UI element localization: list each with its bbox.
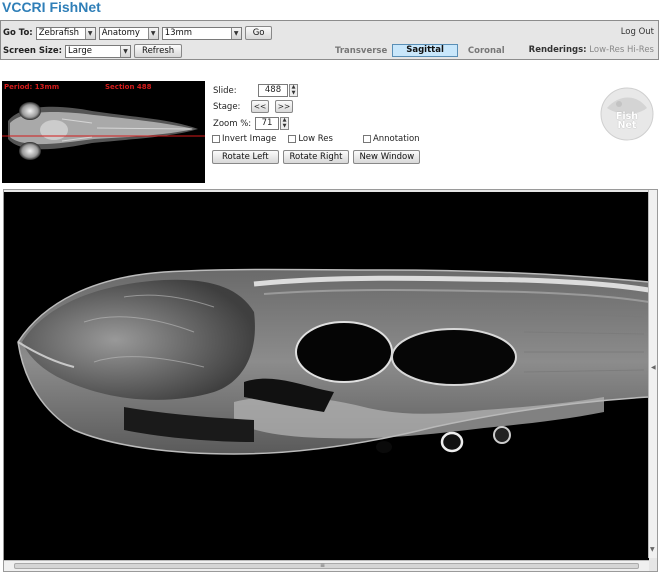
tab-coronal[interactable]: Coronal: [468, 46, 505, 56]
app-title: VCCRI FishNet: [2, 0, 101, 15]
invert-image-label: Invert Image: [222, 134, 277, 144]
rotate-right-button[interactable]: Rotate Right: [282, 150, 350, 164]
period-value: 13mm: [164, 27, 193, 38]
horizontal-scroll-thumb[interactable]: [14, 563, 639, 569]
screen-size-row: Screen Size: Large ▼ Refresh: [3, 43, 183, 59]
stage-label: Stage:: [213, 101, 241, 112]
period-select[interactable]: 13mm ▼: [161, 26, 242, 40]
dropdown-arrow-icon: ▼: [230, 27, 241, 39]
scroll-down-icon[interactable]: ▼: [650, 546, 655, 553]
zoom-label: Zoom %:: [213, 118, 252, 129]
renderings-lowres-link[interactable]: Low-Res: [589, 45, 624, 55]
screen-size-select[interactable]: Large ▼: [65, 44, 132, 58]
zoom-input[interactable]: 71: [255, 117, 279, 130]
go-button[interactable]: Go: [244, 26, 273, 40]
renderings-hires-link[interactable]: Hi-Res: [627, 45, 654, 55]
annotation-label: Annotation: [372, 134, 420, 144]
category-select[interactable]: Anatomy ▼: [98, 26, 159, 40]
species-select[interactable]: Zebrafish ▼: [35, 26, 96, 40]
logout-link[interactable]: Log Out: [621, 27, 654, 37]
new-window-button[interactable]: New Window: [353, 150, 421, 164]
toolbar: Go To: Zebrafish ▼ Anatomy ▼ 13mm ▼ Go L…: [0, 20, 659, 60]
stage-next-button[interactable]: >>: [275, 100, 293, 113]
category-value: Anatomy: [101, 27, 140, 38]
zoom-row: Zoom %: 71 ▲ ▼: [213, 117, 289, 130]
fishnet-logo: Fish Net: [597, 86, 657, 142]
slide-input[interactable]: 488: [258, 84, 288, 97]
view-controls: Slide: 488 ▲ ▼ Stage: << >> Zoom %: 71 ▲ ▼…: [212, 82, 462, 167]
dropdown-arrow-icon: ▼: [120, 45, 131, 57]
species-value: Zebrafish: [38, 27, 80, 38]
thumbnail-section-text: Section 488: [105, 83, 152, 91]
thumbnail-navigator[interactable]: Period: 13mm Section 488: [2, 81, 205, 183]
vertical-scrollbar[interactable]: ◀ ▼: [648, 190, 657, 558]
low-res-label: Low Res: [298, 134, 333, 144]
goto-row: Go To: Zebrafish ▼ Anatomy ▼ 13mm ▼ Go: [3, 25, 273, 41]
annotation-checkbox[interactable]: [362, 135, 371, 143]
logo-text: Fish Net: [615, 111, 639, 131]
low-res-checkbox[interactable]: [288, 135, 297, 143]
dropdown-arrow-icon: ▼: [147, 27, 158, 39]
invert-image-checkbox[interactable]: [212, 135, 220, 143]
options-row: Invert Image Low Res Annotation: [212, 134, 420, 144]
thumbnail-fish-image: [2, 102, 205, 160]
screen-size-value: Large: [68, 45, 92, 56]
refresh-button[interactable]: Refresh: [134, 44, 183, 58]
dropdown-arrow-icon: ▼: [84, 27, 95, 39]
action-row: Rotate Left Rotate Right New Window: [212, 150, 421, 164]
renderings: Renderings: Low-Res Hi-Res: [529, 45, 654, 55]
tab-transverse[interactable]: Transverse: [335, 46, 387, 56]
scroll-arrow-icon[interactable]: ◀: [651, 364, 656, 371]
goto-label: Go To:: [3, 28, 33, 38]
tab-sagittal[interactable]: Sagittal: [392, 44, 458, 57]
renderings-label: Renderings:: [528, 45, 587, 55]
view-tabs: Transverse Sagittal Coronal: [335, 44, 505, 57]
sagittal-section-image: [17, 268, 649, 455]
slide-spinner[interactable]: ▲ ▼: [289, 84, 298, 97]
slide-row: Slide: 488 ▲ ▼: [213, 84, 298, 97]
image-viewer-frame: ◀ ▼ ≡: [3, 189, 658, 572]
rotate-left-button[interactable]: Rotate Left: [212, 150, 279, 164]
spinner-down-icon[interactable]: ▼: [281, 123, 288, 130]
horizontal-scrollbar[interactable]: ≡: [4, 560, 649, 571]
zoom-spinner[interactable]: ▲ ▼: [280, 117, 289, 130]
image-viewer[interactable]: [4, 192, 649, 560]
screen-size-label: Screen Size:: [3, 46, 63, 56]
thumbnail-period-text: Period: 13mm: [4, 83, 60, 91]
stage-row: Stage: << >>: [213, 100, 299, 113]
scroll-grip-icon: ≡: [320, 562, 326, 569]
slide-label: Slide:: [213, 85, 237, 96]
stage-prev-button[interactable]: <<: [251, 100, 269, 113]
spinner-down-icon[interactable]: ▼: [290, 90, 297, 97]
